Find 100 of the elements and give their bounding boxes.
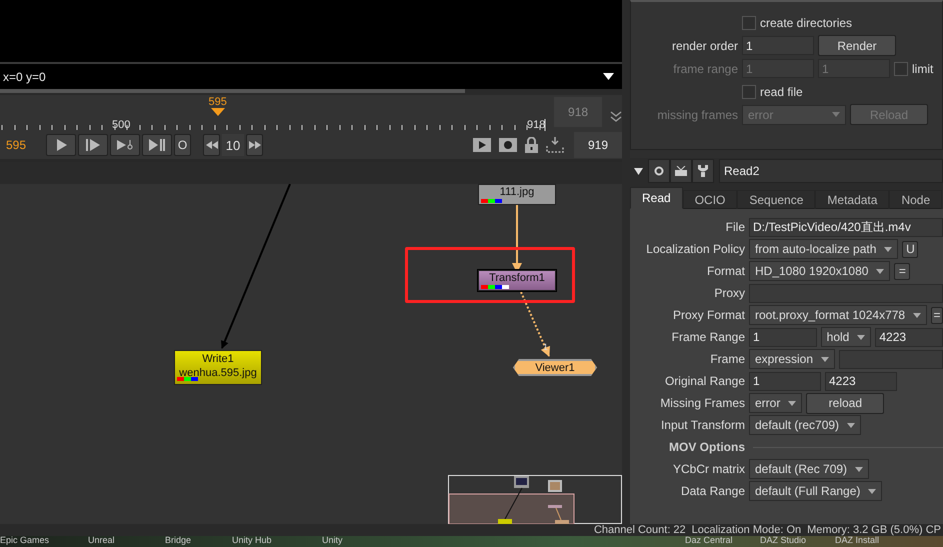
sync-icon[interactable] [546,137,564,153]
status-text: Localization Mode: On [692,524,802,536]
field-label: Localization Policy [645,242,745,256]
caret-icon [832,112,840,117]
field-label: frame range [672,62,738,76]
current-frame-label: 595 [208,96,227,108]
tab[interactable]: Sequence [737,190,816,209]
tv-icon[interactable] [670,159,692,183]
caret-icon [876,268,884,274]
current-frame-field[interactable]: 595 [0,138,46,152]
field-label: missing frames [656,108,738,122]
field-label: YCbCr matrix [672,462,745,476]
rewind-button[interactable] [203,134,220,156]
dropdown[interactable]: hold [820,327,872,347]
button[interactable]: U [902,240,918,258]
text-field[interactable]: 4223 [875,328,943,346]
dropdown[interactable]: root.proxy_format 1024x778 [749,305,928,325]
field-label: File [724,220,745,234]
rewind-icon [206,141,218,149]
dropdown[interactable]: error [749,393,802,413]
button[interactable]: = [894,262,910,280]
out-frame-field[interactable]: 919 [574,132,622,158]
taskbar-item[interactable]: Epic Games [0,535,50,545]
button[interactable]: = [931,306,943,324]
wrench-icon[interactable] [692,159,714,183]
dropdown[interactable]: default (Full Range) [749,481,882,501]
checkbox[interactable] [742,16,756,30]
flipbook-icon[interactable] [473,138,491,152]
taskbar-item[interactable]: Unity Hub [232,535,272,545]
record-icon[interactable] [499,138,517,152]
pixel-coordinates: x=0 y=0 [3,70,46,84]
minimap-drawing[interactable] [448,475,622,524]
taskbar-item[interactable]: Unity [322,535,343,545]
dropdown[interactable]: HD_1080 1920x1080 [749,261,890,281]
text-field[interactable]: 4223 [825,372,897,390]
field-label: Missing Frames [659,396,745,410]
taskbar-item[interactable]: DAZ Install [835,535,880,545]
field-label: Format [706,264,745,278]
o-button[interactable]: O [174,134,191,156]
dropdown[interactable]: expression [749,349,836,369]
viewer-node[interactable]: Viewer1 [513,359,597,376]
render-order-field[interactable]: 1 [742,36,814,55]
checkbox-label: create directories [760,16,852,30]
fast-forward-icon [248,141,260,149]
play-button[interactable] [46,134,76,156]
field-label: Original Range [664,374,745,388]
bar-play-icon [86,139,100,151]
double-chevron-icon[interactable] [610,111,622,123]
caret-icon [913,312,922,318]
section-heading: MOV Options [668,440,745,454]
last-frame-button[interactable] [142,134,172,156]
skip-end-icon [149,139,165,151]
status-text: Channel Count: 22 [594,524,686,536]
connection-arrow [520,292,550,357]
node-name-field[interactable]: Read2 [719,159,943,183]
tab[interactable]: OCIO [682,190,738,209]
text-field[interactable]: 1 [749,328,817,346]
field-label: Frame Range [670,330,745,344]
write-node[interactable]: Write1 wenhua.595.jpg [174,350,262,385]
taskbar-item[interactable]: Bridge [165,535,192,545]
collapse-icon[interactable] [634,168,643,174]
play-key-icon [117,139,133,151]
playhead-icon[interactable] [210,108,225,117]
dropdown-icon[interactable] [603,73,614,80]
next-key-button[interactable] [110,134,140,156]
text-field[interactable]: D:/TestPicVideo/420直出.m4v [749,218,943,236]
transform-node[interactable]: Transform1 [478,270,556,291]
forward-button[interactable] [246,134,263,156]
caret-icon [847,422,856,428]
checkbox-label: read file [760,84,803,98]
play-icon [55,139,67,151]
tab[interactable]: Node [889,190,942,209]
lock-icon[interactable] [525,137,538,153]
taskbar-item[interactable]: DAZ Studio [760,535,806,545]
taskbar-item[interactable]: Unreal [88,535,115,545]
increment-field[interactable]: 10 [222,134,244,156]
read-node[interactable]: 111.jpg [478,184,556,205]
checkbox[interactable] [742,84,756,98]
caret-icon [788,400,796,406]
tab[interactable]: Read [630,187,683,209]
field-label: Data Range [680,484,745,498]
channel-indicator-icon [481,285,509,289]
text-field[interactable]: 1 [749,372,821,390]
field-label: Input Transform [660,418,745,432]
dropdown[interactable]: from auto-localize path [749,239,898,259]
input-number: 1 [543,342,548,352]
field-label: Proxy [713,286,745,300]
field-label: Proxy Format [672,308,745,322]
field-label: Frame [709,352,745,366]
field-label: render order [670,38,738,52]
render-button[interactable]: Render [818,35,896,56]
button[interactable]: reload [806,392,884,414]
dropdown[interactable]: default (Rec 709) [749,459,870,479]
tab[interactable]: Metadata [815,190,890,209]
play-frame-button[interactable] [78,134,108,156]
frame-label: 500 [112,119,130,131]
taskbar-item[interactable]: Daz Central [685,535,733,545]
caret-icon [868,488,876,494]
dropdown[interactable]: default (rec709) [749,415,862,435]
checkbox-label: limit [912,62,934,76]
